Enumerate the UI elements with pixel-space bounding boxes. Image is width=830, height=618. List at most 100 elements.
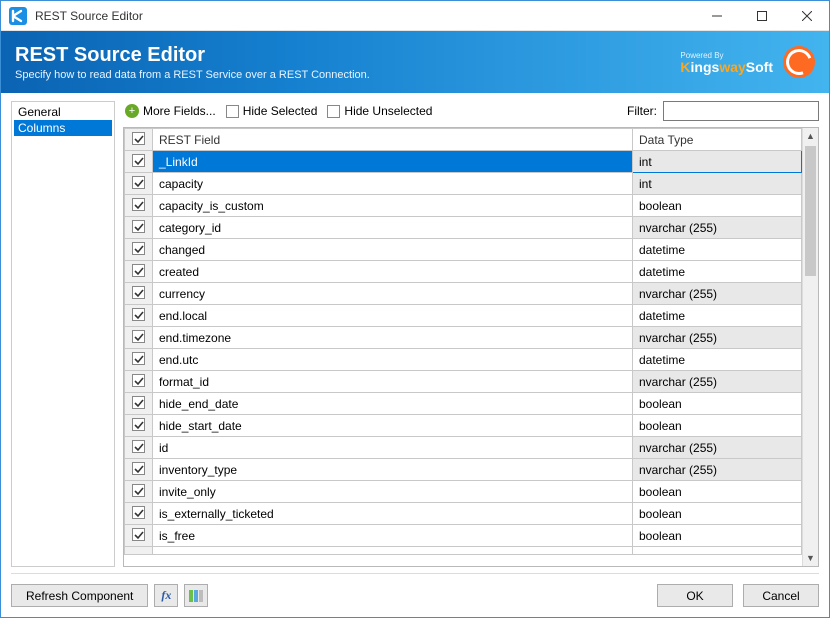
row-checkbox[interactable] [125, 481, 153, 503]
row-checkbox[interactable] [125, 547, 153, 555]
row-checkbox[interactable] [125, 503, 153, 525]
table-row[interactable]: hide_end_dateboolean [125, 393, 802, 415]
table-row[interactable]: end.timezonenvarchar (255) [125, 327, 802, 349]
hide-unselected-checkbox[interactable]: Hide Unselected [327, 104, 432, 118]
table-row[interactable]: format_idnvarchar (255) [125, 371, 802, 393]
table-row[interactable]: category_idnvarchar (255) [125, 217, 802, 239]
type-cell[interactable]: int [633, 151, 802, 173]
cancel-button[interactable]: Cancel [743, 584, 819, 607]
row-checkbox[interactable] [125, 459, 153, 481]
field-cell[interactable]: created [153, 261, 633, 283]
type-cell[interactable]: nvarchar (255) [633, 437, 802, 459]
header-type[interactable]: Data Type [633, 129, 802, 151]
row-checkbox[interactable] [125, 371, 153, 393]
field-cell[interactable]: currency [153, 283, 633, 305]
checkbox-checked-icon [132, 264, 145, 277]
type-cell[interactable]: boolean [633, 481, 802, 503]
table-row[interactable]: hide_start_dateboolean [125, 415, 802, 437]
field-cell[interactable]: format_id [153, 371, 633, 393]
row-checkbox[interactable] [125, 239, 153, 261]
table-row[interactable]: _LinkIdint [125, 151, 802, 173]
row-checkbox[interactable] [125, 327, 153, 349]
ok-button[interactable]: OK [657, 584, 733, 607]
type-cell[interactable]: nvarchar (255) [633, 371, 802, 393]
table-row[interactable]: end.localdatetime [125, 305, 802, 327]
table-row[interactable]: invite_onlyboolean [125, 481, 802, 503]
fields-grid[interactable]: REST Field Data Type _LinkIdintcapacityi… [124, 128, 802, 566]
type-cell[interactable]: nvarchar (255) [633, 283, 802, 305]
expression-editor-button[interactable]: fx [154, 584, 178, 607]
row-checkbox[interactable] [125, 217, 153, 239]
field-cell[interactable]: changed [153, 239, 633, 261]
type-cell[interactable]: int [633, 173, 802, 195]
field-cell[interactable]: _LinkId [153, 151, 633, 173]
column-mapping-button[interactable] [184, 584, 208, 607]
filter-input[interactable] [663, 101, 819, 121]
sidebar-item-columns[interactable]: Columns [14, 120, 112, 136]
scroll-thumb[interactable] [805, 146, 816, 276]
field-cell[interactable] [153, 547, 633, 555]
table-row[interactable]: idnvarchar (255) [125, 437, 802, 459]
table-row[interactable]: capacityint [125, 173, 802, 195]
row-checkbox[interactable] [125, 283, 153, 305]
header-field[interactable]: REST Field [153, 129, 633, 151]
table-row[interactable]: end.utcdatetime [125, 349, 802, 371]
type-cell[interactable] [633, 547, 802, 555]
scroll-down-icon[interactable]: ▼ [803, 550, 818, 566]
minimize-button[interactable] [694, 1, 739, 31]
vertical-scrollbar[interactable]: ▲ ▼ [802, 128, 818, 566]
field-cell[interactable]: hide_end_date [153, 393, 633, 415]
type-cell[interactable]: nvarchar (255) [633, 459, 802, 481]
table-row[interactable]: is_freeboolean [125, 525, 802, 547]
sidebar-item-general[interactable]: General [14, 104, 112, 120]
type-cell[interactable]: nvarchar (255) [633, 217, 802, 239]
field-cell[interactable]: end.timezone [153, 327, 633, 349]
type-cell[interactable]: boolean [633, 195, 802, 217]
more-fields-button[interactable]: + More Fields... [125, 104, 216, 118]
field-cell[interactable]: id [153, 437, 633, 459]
field-cell[interactable]: inventory_type [153, 459, 633, 481]
row-checkbox[interactable] [125, 415, 153, 437]
header-check-all[interactable] [125, 129, 153, 151]
field-cell[interactable]: end.utc [153, 349, 633, 371]
row-checkbox[interactable] [125, 173, 153, 195]
table-row[interactable]: capacity_is_customboolean [125, 195, 802, 217]
scroll-up-icon[interactable]: ▲ [803, 128, 818, 144]
table-row[interactable] [125, 547, 802, 555]
field-cell[interactable]: hide_start_date [153, 415, 633, 437]
type-cell[interactable]: datetime [633, 349, 802, 371]
field-cell[interactable]: category_id [153, 217, 633, 239]
row-checkbox[interactable] [125, 393, 153, 415]
type-cell[interactable]: boolean [633, 503, 802, 525]
close-button[interactable] [784, 1, 829, 31]
row-checkbox[interactable] [125, 305, 153, 327]
table-row[interactable]: createddatetime [125, 261, 802, 283]
hide-selected-checkbox[interactable]: Hide Selected [226, 104, 318, 118]
table-row[interactable]: currencynvarchar (255) [125, 283, 802, 305]
maximize-button[interactable] [739, 1, 784, 31]
row-checkbox[interactable] [125, 261, 153, 283]
field-cell[interactable]: is_externally_ticketed [153, 503, 633, 525]
refresh-component-button[interactable]: Refresh Component [11, 584, 148, 607]
type-cell[interactable]: boolean [633, 525, 802, 547]
type-cell[interactable]: datetime [633, 305, 802, 327]
field-cell[interactable]: is_free [153, 525, 633, 547]
table-row[interactable]: is_externally_ticketedboolean [125, 503, 802, 525]
field-cell[interactable]: end.local [153, 305, 633, 327]
table-row[interactable]: changeddatetime [125, 239, 802, 261]
row-checkbox[interactable] [125, 437, 153, 459]
row-checkbox[interactable] [125, 525, 153, 547]
type-cell[interactable]: boolean [633, 393, 802, 415]
row-checkbox[interactable] [125, 349, 153, 371]
field-cell[interactable]: capacity [153, 173, 633, 195]
row-checkbox[interactable] [125, 151, 153, 173]
field-cell[interactable]: invite_only [153, 481, 633, 503]
field-cell[interactable]: capacity_is_custom [153, 195, 633, 217]
type-cell[interactable]: datetime [633, 239, 802, 261]
table-row[interactable]: inventory_typenvarchar (255) [125, 459, 802, 481]
eventbrite-icon [783, 46, 815, 78]
row-checkbox[interactable] [125, 195, 153, 217]
type-cell[interactable]: boolean [633, 415, 802, 437]
type-cell[interactable]: nvarchar (255) [633, 327, 802, 349]
type-cell[interactable]: datetime [633, 261, 802, 283]
